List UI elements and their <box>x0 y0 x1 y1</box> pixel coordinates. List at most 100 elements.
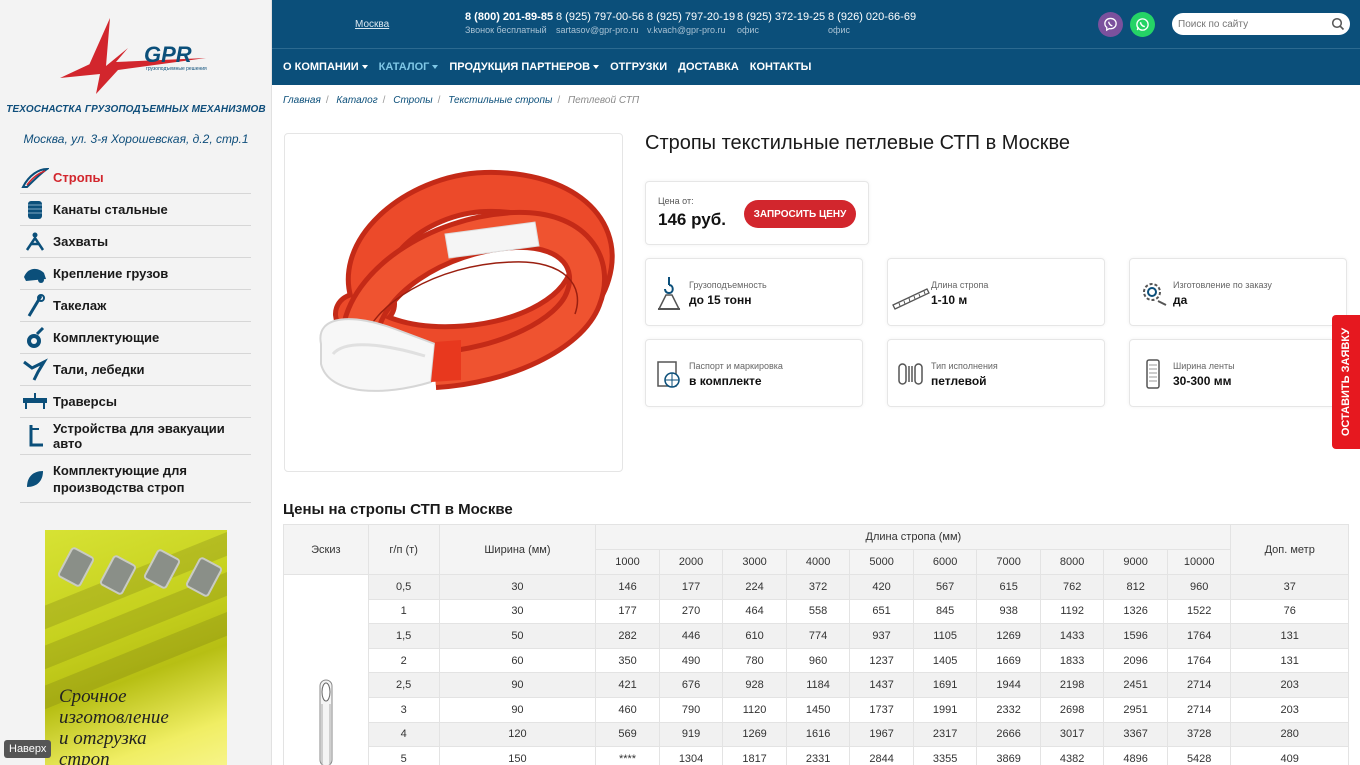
sidebar-item-label: Стропы <box>53 170 104 185</box>
leave-request-tab[interactable]: Оставить заявку <box>1332 315 1360 449</box>
nav-delivery[interactable]: Доставка <box>678 49 750 73</box>
table-cell: 1,5 <box>367 623 440 649</box>
table-cell: 567 <box>912 574 978 600</box>
table-cell: 1105 <box>912 623 978 649</box>
table-cell: 2951 <box>1103 696 1168 723</box>
gpr-logo[interactable]: GPR грузоподъемные решения <box>56 18 226 98</box>
table-cell: 1737 <box>849 696 914 723</box>
breadcrumb-current: Петлевой СТП <box>567 95 640 106</box>
sidebar-item-slings[interactable]: Стропы <box>20 162 251 194</box>
table-cell: **** <box>595 746 660 765</box>
table-cell: 3367 <box>1103 721 1168 748</box>
table-cell: 1522 <box>1166 598 1232 625</box>
table-cell: 224 <box>722 574 787 600</box>
sidebar-item-rigging[interactable]: Такелаж <box>20 290 251 322</box>
request-price-button[interactable]: Запросить цену <box>744 200 856 228</box>
product-image[interactable] <box>284 133 623 472</box>
table-cell: 4 <box>367 721 440 748</box>
phone-free[interactable]: 8 (800) 201-89-85 Звонок бесплатный <box>465 11 553 35</box>
top-bar: Москва 8 (800) 201-89-85 Звонок бесплатн… <box>272 0 1360 48</box>
main-nav: О компании Каталог Продукция партнеров О… <box>272 48 1360 85</box>
phone-office-2[interactable]: 8 (926) 020-66-69 офис <box>828 11 916 35</box>
table-cell: 1669 <box>976 647 1041 674</box>
sidebar-item-car-evacuation[interactable]: Устройства для эвакуации авто <box>20 418 251 455</box>
table-cell: 928 <box>722 672 787 698</box>
sidebar-item-hoists[interactable]: Тали, лебедки <box>20 354 251 386</box>
breadcrumb-textile-slings[interactable]: Текстильные стропы <box>448 95 552 106</box>
table-cell: 2714 <box>1166 696 1232 723</box>
price-box: Цена от: 146 руб. Запросить цену <box>645 181 869 245</box>
sidebar-item-traverses[interactable]: Траверсы <box>20 386 251 418</box>
table-row: 3 90 460 790 1120 1450 1737 1991 2332 2698 2951 271… <box>284 696 1349 723</box>
table-cell: 1326 <box>1103 598 1168 625</box>
col-length-4000: 4000 <box>785 549 851 575</box>
table-cell: 3 <box>367 696 440 723</box>
promo-banner[interactable]: Срочное изготовление и отгрузка строп <box>45 530 227 765</box>
table-cell: 1192 <box>1039 598 1105 625</box>
table-cell: 177 <box>658 574 724 600</box>
address: Москва, ул. 3-я Хорошевская, д.2, стр.1 <box>23 132 249 146</box>
breadcrumb-slings[interactable]: Стропы <box>393 95 432 106</box>
phone-sartasov[interactable]: 8 (925) 797-00-56 sartasov@gpr-pro.ru <box>556 11 644 35</box>
breadcrumb-home[interactable]: Главная <box>283 95 321 106</box>
table-cell: 1433 <box>1039 623 1105 649</box>
table-cell: 1764 <box>1166 623 1232 649</box>
phone-office-1[interactable]: 8 (925) 372-19-25 офис <box>737 11 825 35</box>
sidebar-item-cargo-securing[interactable]: Крепление грузов <box>20 258 251 290</box>
table-cell: 960 <box>1166 574 1232 600</box>
back-to-top-button[interactable]: Наверх <box>4 740 52 758</box>
chevron-down-icon <box>593 65 600 69</box>
col-length-5000: 5000 <box>849 549 914 575</box>
search-icon[interactable] <box>1331 17 1345 31</box>
parts-icon <box>20 467 50 491</box>
table-cell: 90 <box>438 696 597 723</box>
loop-icon <box>896 356 926 392</box>
sidebar-item-grips[interactable]: Захваты <box>20 226 251 258</box>
sidebar-item-sling-parts[interactable]: Комплектующие для производства строп <box>20 455 251 503</box>
table-cell: 280 <box>1230 721 1349 748</box>
table-cell: 372 <box>785 574 851 600</box>
sidebar-item-steel-cables[interactable]: Канаты стальные <box>20 194 251 226</box>
promo-text: Срочное изготовление и отгрузка строп <box>59 686 169 765</box>
table-cell: 1833 <box>1039 647 1105 674</box>
feature-type: Тип исполнения петлевой <box>887 339 1105 407</box>
table-cell: 1764 <box>1166 647 1232 674</box>
col-length-1000: 1000 <box>595 549 660 575</box>
city-selector[interactable]: Москва <box>355 19 389 30</box>
table-cell: 1120 <box>722 696 787 723</box>
sidebar-item-components[interactable]: Комплектующие <box>20 322 251 354</box>
table-cell: 146 <box>595 574 660 600</box>
table-cell: 490 <box>658 647 724 674</box>
sidebar-item-label: Канаты стальные <box>53 202 168 217</box>
price-table-title: Цены на стропы СТП в Москве <box>283 501 513 518</box>
col-length-9000: 9000 <box>1103 549 1168 575</box>
gear-icon <box>1138 275 1168 311</box>
table-cell: 2198 <box>1039 672 1105 698</box>
cargo-icon <box>20 262 50 286</box>
search-input[interactable] <box>1172 13 1350 35</box>
chevron-down-icon <box>361 65 368 69</box>
breadcrumb-catalog[interactable]: Каталог <box>336 95 377 106</box>
table-cell: 270 <box>658 598 724 625</box>
hook-icon <box>20 326 50 350</box>
nav-catalog[interactable]: Каталог <box>379 49 450 73</box>
nav-shipments[interactable]: Отгрузки <box>610 49 678 73</box>
viber-icon[interactable] <box>1098 12 1123 37</box>
nav-about[interactable]: О компании <box>283 49 379 73</box>
table-cell: 1 <box>367 598 440 625</box>
breadcrumb: Главная / Каталог / Стропы / Текстильные ст… <box>283 95 640 106</box>
phone-kvach[interactable]: 8 (925) 797-20-19 v.kvach@gpr-pro.ru <box>647 11 735 35</box>
whatsapp-icon[interactable] <box>1130 12 1155 37</box>
table-cell: 2 <box>367 647 440 674</box>
nav-partners[interactable]: Продукция партнеров <box>449 49 610 73</box>
col-extra-meter: Доп. метр <box>1230 524 1349 575</box>
col-capacity: г/п (т) <box>367 524 440 575</box>
table-cell: 50 <box>438 623 597 649</box>
price-table: Эскиз г/п (т) Ширина (мм) Длина стропа (… <box>283 524 1349 765</box>
table-cell: 2331 <box>785 746 851 765</box>
table-cell: 76 <box>1230 598 1349 625</box>
table-cell: 2,5 <box>367 672 440 698</box>
nav-contacts[interactable]: Контакты <box>750 49 823 73</box>
table-cell: 460 <box>595 696 660 723</box>
price-value: 146 руб. <box>658 210 726 229</box>
